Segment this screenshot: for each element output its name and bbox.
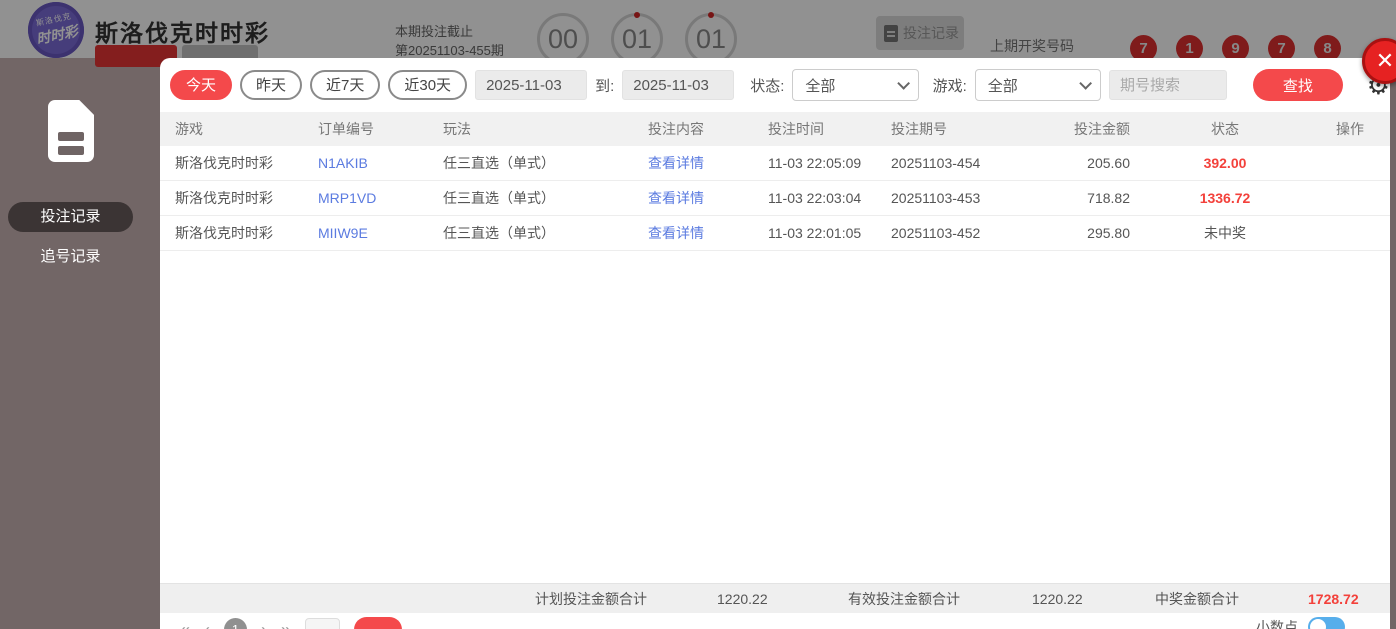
records-document-icon <box>48 100 94 162</box>
totals-bar: 计划投注金额合计 1220.22 有效投注金额合计 1220.22 中奖金额合计… <box>160 583 1390 613</box>
cell-status: 1336.72 <box>1199 190 1251 206</box>
decimal-toggle-group: 小数点 <box>1256 617 1345 629</box>
column-header-game: 游戏 <box>175 121 203 137</box>
betting-records-modal: 今天 昨天 近7天 近30天 到: 状态: 全部 游戏: 全部 查找 ⚙ 游戏 … <box>160 58 1390 629</box>
doc-icon-line <box>58 132 84 141</box>
column-header-issue: 投注期号 <box>891 121 947 137</box>
last-page-button[interactable]: » <box>281 619 291 629</box>
cell-order-link[interactable]: N1AKIB <box>318 155 443 171</box>
cell-amount: 718.82 <box>1087 190 1130 206</box>
search-button[interactable]: 查找 <box>1253 69 1343 101</box>
date-from-input[interactable] <box>475 70 588 100</box>
cell-game: 斯洛伐克时时彩 <box>175 225 273 241</box>
table-header: 游戏 订单编号 玩法 投注内容 投注时间 投注期号 投注金额 状态 操作 <box>160 112 1390 146</box>
filter-bar: 今天 昨天 近7天 近30天 到: 状态: 全部 游戏: 全部 查找 ⚙ <box>160 58 1390 112</box>
cell-game: 斯洛伐克时时彩 <box>175 190 273 206</box>
game-label: 游戏: <box>932 77 967 95</box>
cell-status: 未中奖 <box>1204 225 1246 241</box>
game-select[interactable]: 全部 <box>974 69 1102 101</box>
win-total-label: 中奖金额合计 <box>1155 591 1239 607</box>
status-label: 状态: <box>750 77 785 95</box>
cell-time: 11-03 22:03:04 <box>768 190 862 206</box>
column-header-order: 订单编号 <box>318 121 374 137</box>
cell-view-details-link[interactable]: 查看详情 <box>648 188 768 208</box>
status-select[interactable]: 全部 <box>792 69 919 101</box>
cell-time: 11-03 22:05:09 <box>768 155 862 171</box>
cell-issue: 20251103-454 <box>891 155 981 171</box>
column-header-time: 投注时间 <box>768 121 824 137</box>
date-to-label: 到: <box>595 77 615 95</box>
doc-icon-line <box>58 146 84 155</box>
cell-view-details-link[interactable]: 查看详情 <box>648 153 768 173</box>
prev-page-button[interactable]: ‹ <box>204 619 210 629</box>
quick-date-filter-button[interactable]: 近30天 <box>388 70 468 100</box>
column-header-play: 玩法 <box>443 121 471 137</box>
valid-total-label: 有效投注金额合计 <box>848 591 960 607</box>
next-page-button[interactable]: › <box>261 619 267 629</box>
chevron-down-icon <box>1079 76 1093 90</box>
quick-date-filter-button[interactable]: 今天 <box>170 70 233 100</box>
cell-issue: 20251103-453 <box>891 190 981 206</box>
modal-sidebar: 投注记录 追号记录 <box>0 58 160 629</box>
cell-time: 11-03 22:01:05 <box>768 225 862 241</box>
plan-total-value: 1220.22 <box>717 591 768 607</box>
quick-date-filter-button[interactable]: 近7天 <box>310 70 381 100</box>
cell-amount: 295.80 <box>1087 225 1130 241</box>
table-row: 斯洛伐克时时彩 MRP1VD 任三直选（单式） 查看详情 11-03 22:03… <box>160 181 1390 216</box>
valid-total-value: 1220.22 <box>1032 591 1083 607</box>
cell-issue: 20251103-452 <box>891 225 981 241</box>
cell-play: 任三直选（单式） <box>443 155 555 171</box>
column-header-status: 状态 <box>1211 121 1239 137</box>
decimal-label: 小数点 <box>1256 619 1298 629</box>
issue-search-input[interactable] <box>1109 70 1228 100</box>
sidebar-item[interactable]: 追号记录 <box>8 242 133 272</box>
status-select-value: 全部 <box>805 77 836 95</box>
table-row: 斯洛伐克时时彩 N1AKIB 任三直选（单式） 查看详情 11-03 22:05… <box>160 146 1390 181</box>
win-total-value: 1728.72 <box>1308 591 1359 607</box>
cell-play: 任三直选（单式） <box>443 190 555 206</box>
cell-play: 任三直选（单式） <box>443 225 555 241</box>
cell-amount: 205.60 <box>1087 155 1130 171</box>
column-header-operation: 操作 <box>1336 121 1364 137</box>
sidebar-item[interactable]: 投注记录 <box>8 202 133 232</box>
column-header-content: 投注内容 <box>648 121 704 137</box>
plan-total-label: 计划投注金额合计 <box>535 591 647 607</box>
first-page-button[interactable]: « <box>180 619 190 629</box>
column-header-amount: 投注金额 <box>1074 121 1130 137</box>
chevron-down-icon <box>896 76 910 90</box>
cell-order-link[interactable]: MRP1VD <box>318 190 443 206</box>
cell-view-details-link[interactable]: 查看详情 <box>648 223 768 243</box>
cell-status: 392.00 <box>1203 155 1247 171</box>
quick-date-filter-button[interactable]: 昨天 <box>240 70 303 100</box>
toggle-knob <box>1310 619 1326 629</box>
decimal-toggle[interactable] <box>1308 617 1345 629</box>
game-select-value: 全部 <box>987 77 1018 95</box>
cell-order-link[interactable]: MIIW9E <box>318 225 443 241</box>
pagination: « ‹ 1 › » <box>180 617 403 629</box>
page-number-input[interactable] <box>305 618 341 629</box>
cell-game: 斯洛伐克时时彩 <box>175 155 273 171</box>
table-row: 斯洛伐克时时彩 MIIW9E 任三直选（单式） 查看详情 11-03 22:01… <box>160 216 1390 251</box>
date-to-input[interactable] <box>622 70 735 100</box>
bottom-bar: « ‹ 1 › » 小数点 <box>160 613 1390 629</box>
jump-button[interactable] <box>354 617 403 629</box>
current-page-indicator[interactable]: 1 <box>224 618 248 629</box>
table-body: 斯洛伐克时时彩 N1AKIB 任三直选（单式） 查看详情 11-03 22:05… <box>160 146 1390 251</box>
